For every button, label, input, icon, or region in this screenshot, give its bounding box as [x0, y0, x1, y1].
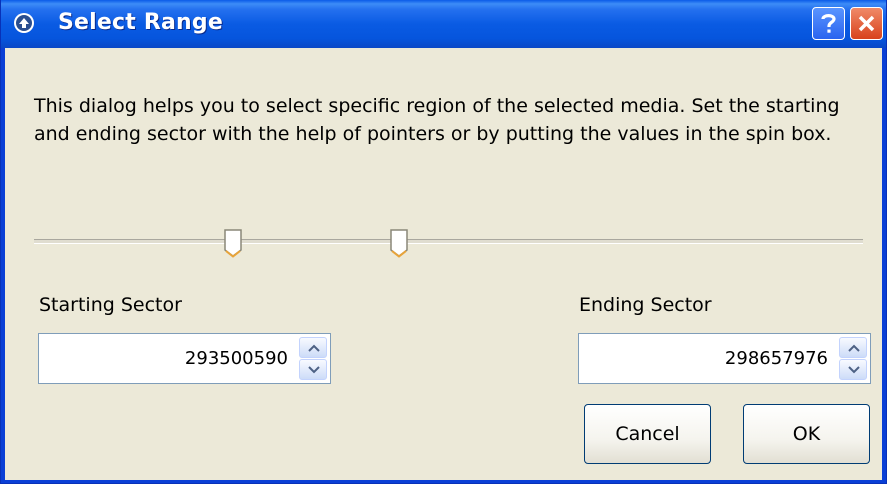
ending-sector-label: Ending Sector — [579, 294, 712, 316]
starting-sector-increment-button[interactable] — [299, 337, 327, 358]
arrow-up-icon — [848, 344, 860, 352]
question-mark-icon — [821, 14, 836, 33]
ending-sector-spin-arrows — [839, 337, 867, 380]
starting-sector-spinbox[interactable]: 293500590 — [38, 333, 331, 384]
description-text: This dialog helps you to select specific… — [34, 95, 840, 145]
ending-sector-decrement-button[interactable] — [839, 359, 867, 380]
ending-sector-spinbox[interactable]: 298657976 — [578, 333, 871, 384]
starting-sector-label: Starting Sector — [39, 294, 182, 316]
help-button[interactable] — [812, 7, 845, 40]
cancel-button[interactable]: Cancel — [584, 404, 711, 464]
arrow-down-icon — [848, 366, 860, 374]
select-range-dialog: Select Range This dialog helps you to se… — [0, 0, 887, 484]
starting-sector-value[interactable]: 293500590 — [185, 348, 288, 369]
dialog-title: Select Range — [58, 10, 223, 35]
ending-sector-value[interactable]: 298657976 — [725, 348, 828, 369]
close-button[interactable] — [850, 7, 883, 40]
starting-sector-spin-arrows — [299, 337, 327, 380]
arrow-up-icon — [308, 344, 320, 352]
ending-sector-increment-button[interactable] — [839, 337, 867, 358]
ok-button[interactable]: OK — [743, 404, 870, 464]
arrow-down-icon — [308, 366, 320, 374]
start-slider-handle[interactable] — [223, 228, 243, 258]
starting-sector-decrement-button[interactable] — [299, 359, 327, 380]
range-slider-track[interactable] — [34, 239, 863, 244]
close-x-icon — [858, 15, 875, 32]
globe-arrow-icon — [14, 13, 34, 33]
title-bar[interactable]: Select Range — [1, 0, 886, 48]
end-slider-handle[interactable] — [389, 228, 409, 258]
